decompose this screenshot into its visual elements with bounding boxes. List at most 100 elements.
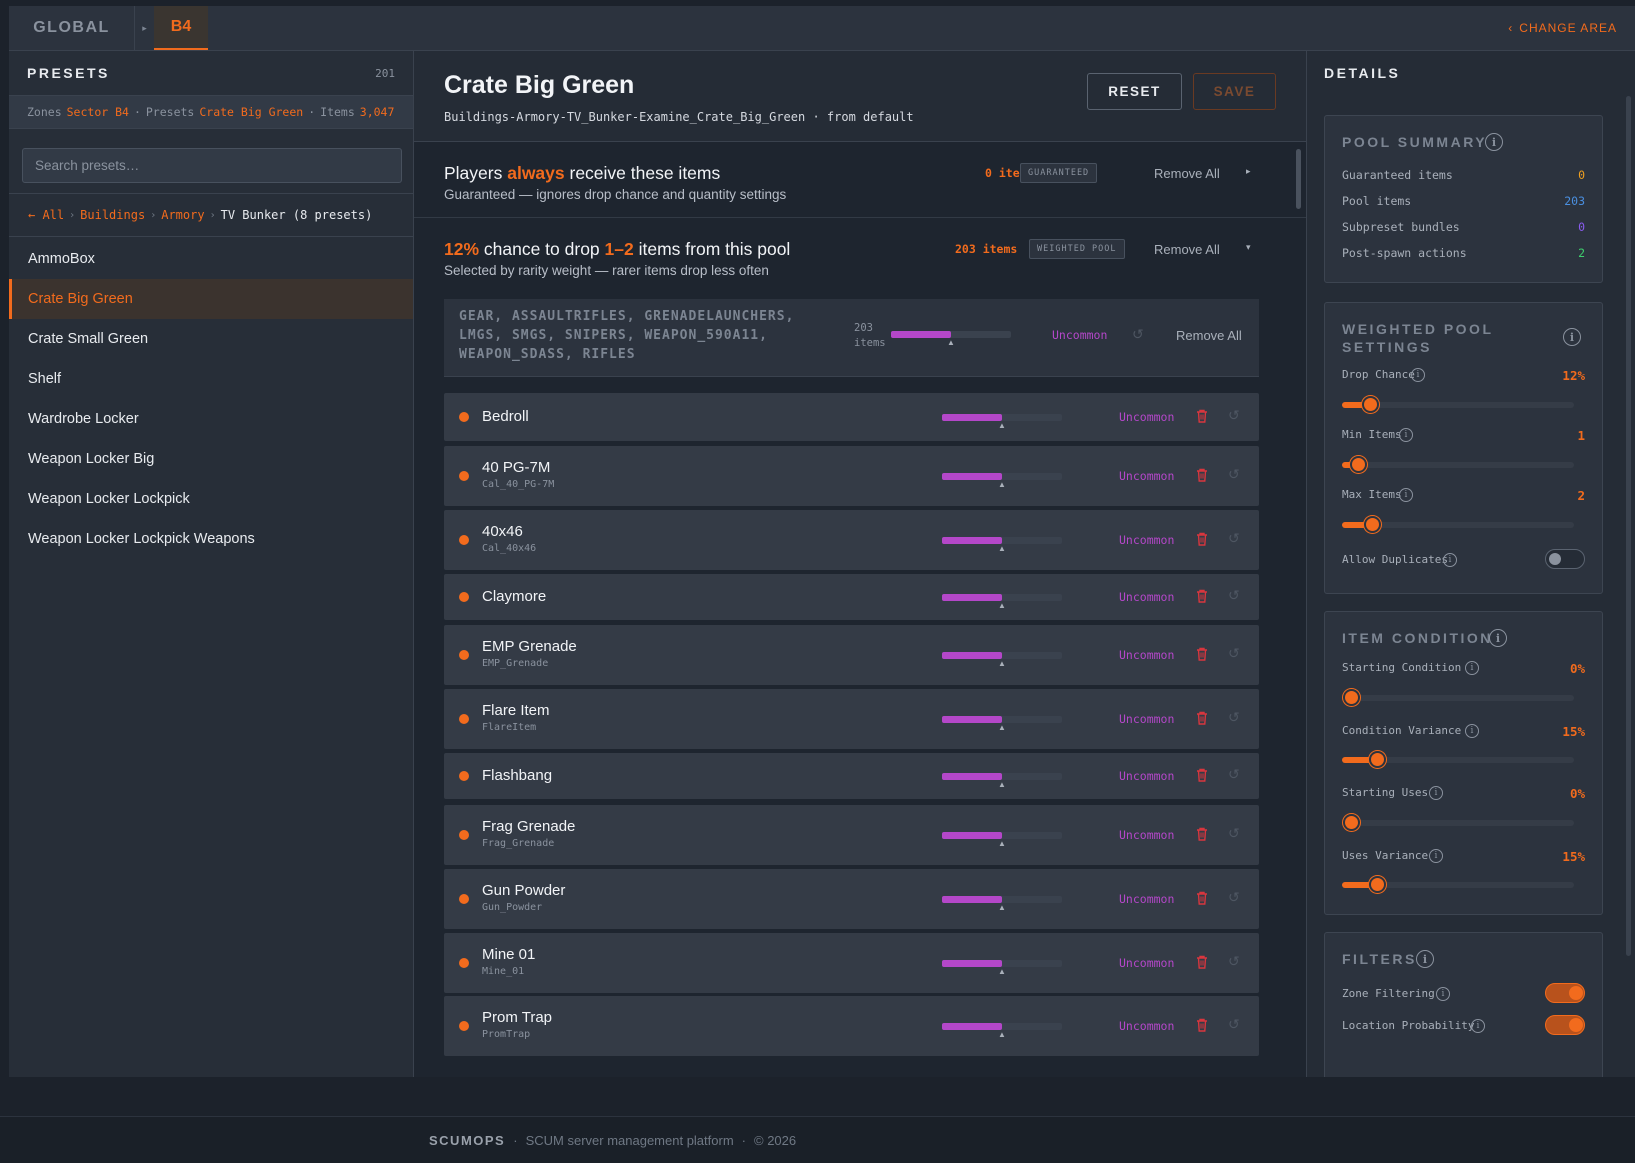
weight-bar[interactable]: ▲: [942, 960, 1062, 976]
search-input[interactable]: [22, 148, 402, 183]
preset-item[interactable]: Weapon Locker Big: [9, 439, 413, 479]
weight-bar[interactable]: ▲: [942, 832, 1062, 848]
slider-thumb[interactable]: [1368, 751, 1386, 768]
breadcrumb-armory[interactable]: Armory: [161, 208, 204, 222]
rarity-label[interactable]: Uncommon: [1119, 712, 1174, 726]
weight-bar[interactable]: ▲: [942, 716, 1062, 732]
weight-bar[interactable]: ▲: [942, 473, 1062, 489]
uses-variance-slider[interactable]: [1342, 876, 1574, 893]
category-group-row[interactable]: GEAR, ASSAULTRIFLES, GRENADELAUNCHERS, L…: [444, 299, 1259, 377]
zone-filtering-toggle[interactable]: [1545, 983, 1585, 1003]
reset-icon[interactable]: ↺: [1228, 587, 1240, 604]
item-row[interactable]: Flare Item FlareItem ▲ Uncommon ↺: [444, 689, 1259, 749]
guaranteed-remove-all-button[interactable]: Remove All: [1154, 166, 1220, 181]
weight-bar[interactable]: ▲: [942, 1023, 1062, 1039]
info-icon[interactable]: i: [1411, 368, 1425, 382]
reset-icon[interactable]: ↺: [1228, 953, 1240, 970]
weight-bar[interactable]: ▲: [942, 652, 1062, 668]
info-icon[interactable]: i: [1485, 133, 1503, 151]
info-icon[interactable]: i: [1443, 553, 1457, 567]
item-row[interactable]: Gun Powder Gun_Powder ▲ Uncommon ↺: [444, 869, 1259, 929]
rarity-label[interactable]: Uncommon: [1119, 892, 1174, 906]
item-row[interactable]: Frag Grenade Frag_Grenade ▲ Uncommon ↺: [444, 805, 1259, 865]
preset-item[interactable]: Weapon Locker Lockpick: [9, 479, 413, 519]
item-row[interactable]: Claymore ▲ Uncommon ↺: [444, 574, 1259, 620]
weight-bar[interactable]: ▲: [942, 537, 1062, 553]
item-row[interactable]: Prom Trap PromTrap ▲ Uncommon ↺: [444, 996, 1259, 1056]
item-row[interactable]: Mine 01 Mine_01 ▲ Uncommon ↺: [444, 933, 1259, 993]
rarity-label[interactable]: Uncommon: [1119, 828, 1174, 842]
trash-icon[interactable]: [1196, 711, 1208, 728]
guaranteed-section[interactable]: Players always receive these items Guara…: [414, 142, 1306, 218]
trash-icon[interactable]: [1196, 827, 1208, 844]
pool-remove-all-button[interactable]: Remove All: [1154, 242, 1220, 257]
reset-icon[interactable]: ↺: [1228, 1016, 1240, 1033]
rarity-label[interactable]: Uncommon: [1119, 469, 1174, 483]
rarity-label[interactable]: Uncommon: [1119, 533, 1174, 547]
reset-icon[interactable]: ↺: [1228, 889, 1240, 906]
drop-chance-slider[interactable]: [1342, 396, 1574, 413]
info-icon[interactable]: i: [1465, 724, 1479, 738]
slider-thumb[interactable]: [1350, 456, 1368, 473]
rarity-label[interactable]: Uncommon: [1119, 590, 1174, 604]
reset-icon[interactable]: ↺: [1228, 766, 1240, 783]
max-items-slider[interactable]: [1342, 516, 1574, 533]
main-scrollbar[interactable]: [1296, 149, 1301, 209]
details-scrollbar[interactable]: [1626, 96, 1631, 956]
info-icon[interactable]: i: [1399, 428, 1413, 442]
slider-thumb[interactable]: [1361, 396, 1379, 413]
slider-thumb[interactable]: [1368, 876, 1386, 893]
trash-icon[interactable]: [1196, 1018, 1208, 1035]
trash-icon[interactable]: [1196, 468, 1208, 485]
preset-item[interactable]: Weapon Locker Lockpick Weapons: [9, 519, 413, 559]
condition-variance-slider[interactable]: [1342, 751, 1574, 768]
weight-bar[interactable]: ▲: [942, 414, 1062, 430]
slider-thumb[interactable]: [1343, 814, 1361, 831]
rarity-label[interactable]: Uncommon: [1119, 956, 1174, 970]
location-probability-toggle[interactable]: [1545, 1015, 1585, 1035]
reset-button[interactable]: RESET: [1087, 73, 1182, 110]
save-button[interactable]: SAVE: [1193, 73, 1276, 110]
chevron-right-icon[interactable]: ▸: [1246, 166, 1251, 177]
preset-item[interactable]: Shelf: [9, 359, 413, 399]
info-icon[interactable]: i: [1436, 987, 1450, 1001]
info-icon[interactable]: i: [1465, 661, 1479, 675]
rarity-label[interactable]: Uncommon: [1119, 769, 1174, 783]
group-remove-all-button[interactable]: Remove All: [1176, 328, 1242, 343]
allow-duplicates-toggle[interactable]: [1545, 549, 1585, 569]
info-icon[interactable]: i: [1399, 488, 1413, 502]
breadcrumb-all[interactable]: ← All: [28, 208, 64, 222]
info-icon[interactable]: i: [1489, 629, 1507, 647]
info-icon[interactable]: i: [1471, 1019, 1485, 1033]
breadcrumb-buildings[interactable]: Buildings: [80, 208, 145, 222]
weight-bar[interactable]: ▲: [942, 773, 1062, 789]
trash-icon[interactable]: [1196, 647, 1208, 664]
min-items-slider[interactable]: [1342, 456, 1574, 473]
item-row[interactable]: EMP Grenade EMP_Grenade ▲ Uncommon ↺: [444, 625, 1259, 685]
info-icon[interactable]: i: [1429, 786, 1443, 800]
starting-condition-slider[interactable]: [1342, 689, 1574, 706]
reset-icon[interactable]: ↺: [1228, 709, 1240, 726]
rarity-label[interactable]: Uncommon: [1119, 1019, 1174, 1033]
reset-icon[interactable]: ↺: [1132, 326, 1144, 343]
item-row[interactable]: Flashbang ▲ Uncommon ↺: [444, 753, 1259, 799]
reset-icon[interactable]: ↺: [1228, 645, 1240, 662]
slider-thumb[interactable]: [1343, 689, 1361, 706]
preset-item[interactable]: AmmoBox: [9, 239, 413, 279]
item-row[interactable]: Bedroll ▲ Uncommon ↺: [444, 393, 1259, 441]
trash-icon[interactable]: [1196, 955, 1208, 972]
trash-icon[interactable]: [1196, 409, 1208, 426]
reset-icon[interactable]: ↺: [1228, 466, 1240, 483]
preset-item[interactable]: Wardrobe Locker: [9, 399, 413, 439]
weight-bar[interactable]: ▲: [891, 331, 1011, 347]
breadcrumb-global[interactable]: GLOBAL: [9, 6, 134, 50]
item-row[interactable]: 40x46 Cal_40x46 ▲ Uncommon ↺: [444, 510, 1259, 570]
weight-bar[interactable]: ▲: [942, 594, 1062, 610]
preset-item[interactable]: Crate Small Green: [9, 319, 413, 359]
item-row[interactable]: 40 PG-7M Cal_40_PG-7M ▲ Uncommon ↺: [444, 446, 1259, 506]
change-area-button[interactable]: ‹ CHANGE AREA: [1508, 6, 1617, 50]
info-icon[interactable]: i: [1416, 950, 1434, 968]
rarity-label[interactable]: Uncommon: [1052, 328, 1107, 342]
weight-bar[interactable]: ▲: [942, 896, 1062, 912]
trash-icon[interactable]: [1196, 891, 1208, 908]
